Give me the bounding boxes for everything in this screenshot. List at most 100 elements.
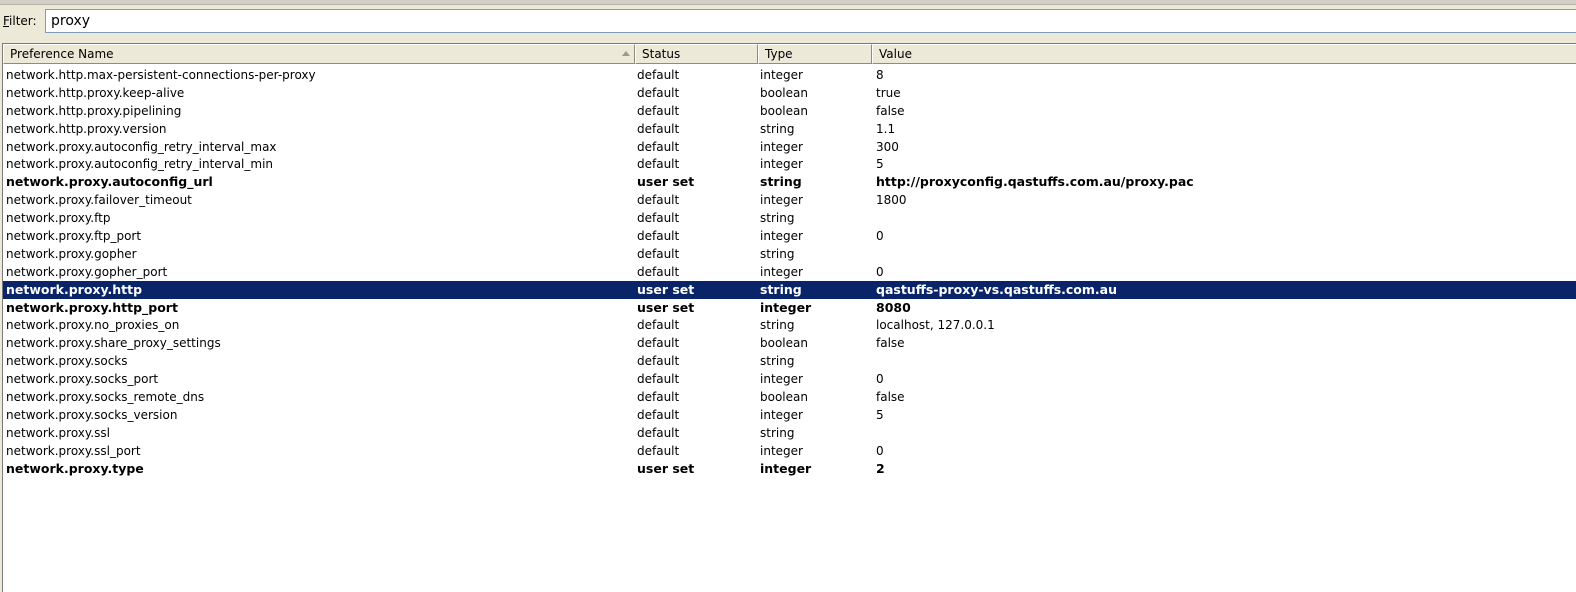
- status-cell: default: [637, 354, 680, 369]
- table-row[interactable]: network.proxy.socks_version default intege…: [3, 406, 1576, 424]
- preference-name-cell: network.proxy.http_port: [6, 299, 178, 315]
- table-row[interactable]: network.proxy.socks_port default integer 0: [3, 370, 1576, 388]
- status-cell: default: [637, 229, 680, 244]
- table-row[interactable]: network.proxy.http_port user set integer 80…: [3, 299, 1576, 317]
- type-cell: integer: [760, 407, 803, 422]
- status-cell: default: [637, 139, 680, 154]
- window-top-edge: [0, 0, 1576, 5]
- type-cell: integer: [760, 193, 803, 208]
- type-cell: string: [760, 354, 795, 369]
- preference-name-cell: network.proxy.type: [6, 460, 144, 476]
- type-cell: string: [760, 318, 795, 333]
- status-cell: default: [637, 390, 680, 405]
- type-cell: integer: [760, 443, 803, 458]
- table-row[interactable]: network.proxy.autoconfig_retry_interval_…: [3, 138, 1576, 156]
- type-cell: boolean: [760, 85, 808, 100]
- table-row[interactable]: network.proxy.ssl_port default integer 0: [3, 442, 1576, 460]
- preference-name-cell: network.proxy.failover_timeout: [6, 193, 192, 208]
- status-cell: user set: [637, 460, 695, 476]
- preference-name-cell: network.http.max-persistent-connections-…: [6, 68, 316, 82]
- table-row[interactable]: network.proxy.failover_timeout default int…: [3, 191, 1576, 209]
- value-cell: true: [876, 85, 901, 100]
- table-row[interactable]: network.proxy.ftp_port default integer 0: [3, 227, 1576, 245]
- table-row[interactable]: network.proxy.gopher_port default integer 0: [3, 263, 1576, 281]
- table-row[interactable]: network.proxy.autoconfig_retry_interval_…: [3, 155, 1576, 173]
- status-cell: default: [637, 103, 680, 118]
- preference-name-cell: network.proxy.share_proxy_settings: [6, 336, 221, 351]
- table-row[interactable]: network.proxy.no_proxies_on default string…: [3, 316, 1576, 334]
- filter-label: Filter:: [3, 14, 37, 28]
- status-cell: default: [637, 336, 680, 351]
- type-cell: string: [760, 211, 795, 226]
- preference-name-cell: network.http.proxy.keep-alive: [6, 85, 185, 100]
- column-header-label: Type: [765, 47, 793, 61]
- value-cell: 0: [876, 229, 884, 244]
- value-cell: 2: [876, 460, 885, 476]
- status-cell: default: [637, 68, 680, 82]
- filter-bar: Filter:: [0, 6, 1576, 38]
- preference-name-cell: network.http.proxy.pipelining: [6, 103, 182, 118]
- preferences-tree[interactable]: Preference Name Status Type Value networ…: [2, 43, 1576, 592]
- filter-input[interactable]: [45, 9, 1576, 33]
- preference-name-cell: network.proxy.socks_port: [6, 372, 159, 387]
- value-cell: 0: [876, 264, 884, 279]
- type-cell: integer: [760, 299, 812, 315]
- column-header-label: Status: [642, 47, 681, 61]
- value-cell: http://proxyconfig.qastuffs.com.au/proxy…: [876, 174, 1194, 190]
- type-cell: string: [760, 174, 802, 190]
- preference-name-cell: network.http.proxy.version: [6, 121, 167, 136]
- preference-name-cell: network.proxy.socks: [6, 354, 128, 369]
- tree-header: Preference Name Status Type Value: [3, 44, 1576, 64]
- table-row[interactable]: network.http.max-persistent-connections-…: [3, 66, 1576, 84]
- value-cell: 5: [876, 407, 884, 422]
- preference-name-cell: network.proxy.ssl: [6, 425, 110, 440]
- table-row[interactable]: network.proxy.socks default string: [3, 352, 1576, 370]
- preference-name-cell: network.proxy.ssl_port: [6, 443, 141, 458]
- preference-name-cell: network.proxy.http: [6, 281, 143, 297]
- value-cell: false: [876, 390, 905, 405]
- table-row[interactable]: network.proxy.socks_remote_dns default boo…: [3, 388, 1576, 406]
- table-row[interactable]: network.proxy.share_proxy_settings defaul…: [3, 334, 1576, 352]
- preference-name-cell: network.proxy.autoconfig_url: [6, 174, 213, 190]
- value-cell: false: [876, 336, 905, 351]
- column-header-preference-name[interactable]: Preference Name: [3, 44, 635, 64]
- status-cell: default: [637, 246, 680, 261]
- preference-name-cell: network.proxy.socks_remote_dns: [6, 390, 205, 405]
- sort-ascending-icon: [622, 51, 630, 56]
- status-cell: default: [637, 264, 680, 279]
- table-row[interactable]: network.http.proxy.version default string 1…: [3, 120, 1576, 138]
- status-cell: default: [637, 193, 680, 208]
- type-cell: integer: [760, 68, 803, 82]
- type-cell: string: [760, 281, 802, 297]
- type-cell: string: [760, 121, 795, 136]
- column-header-value[interactable]: Value: [872, 44, 1576, 64]
- status-cell: default: [637, 443, 680, 458]
- preference-name-cell: network.proxy.gopher_port: [6, 264, 168, 279]
- type-cell: boolean: [760, 390, 808, 405]
- filter-label-text: ilter:: [9, 14, 37, 28]
- value-cell: 5: [876, 157, 884, 172]
- type-cell: integer: [760, 139, 803, 154]
- type-cell: string: [760, 246, 795, 261]
- preference-name-cell: network.proxy.ftp: [6, 211, 111, 226]
- status-cell: default: [637, 85, 680, 100]
- value-cell: 1.1: [876, 121, 896, 136]
- table-row[interactable]: network.proxy.gopher default string: [3, 245, 1576, 263]
- status-cell: default: [637, 425, 680, 440]
- table-row[interactable]: network.http.proxy.pipelining default bool…: [3, 102, 1576, 120]
- table-row[interactable]: network.proxy.autoconfig_url user set stri…: [3, 173, 1576, 191]
- table-row[interactable]: network.http.proxy.keep-alive default bool…: [3, 84, 1576, 102]
- status-cell: user set: [637, 174, 695, 190]
- status-cell: default: [637, 407, 680, 422]
- column-header-type[interactable]: Type: [758, 44, 872, 64]
- column-header-label: Value: [879, 47, 912, 61]
- table-row[interactable]: network.proxy.type user set integer 2: [3, 460, 1576, 478]
- type-cell: boolean: [760, 336, 808, 351]
- value-cell: 0: [876, 443, 884, 458]
- value-cell: 1800: [876, 193, 907, 208]
- table-row[interactable]: network.proxy.http user set string qastuffs…: [3, 280, 1576, 299]
- table-row[interactable]: network.proxy.ssl default string: [3, 424, 1576, 442]
- table-row[interactable]: network.proxy.ftp default string: [3, 209, 1576, 227]
- type-cell: boolean: [760, 103, 808, 118]
- column-header-status[interactable]: Status: [635, 44, 758, 64]
